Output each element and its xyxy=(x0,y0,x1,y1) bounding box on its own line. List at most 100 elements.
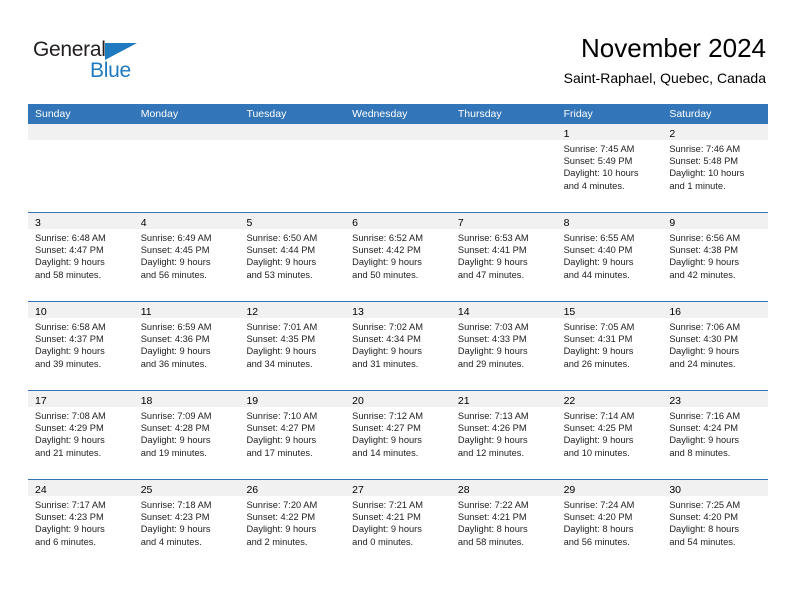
day-detail-line: Daylight: 9 hours xyxy=(246,435,317,446)
day-cell[interactable]: 1 Sunrise: 7:45 AM Sunset: 5:49 PM Daylight… xyxy=(556,124,663,212)
day-detail-line: Daylight: 9 hours xyxy=(246,524,317,535)
day-number-bar: 25 xyxy=(133,480,240,496)
day-detail-line: Daylight: 10 hours xyxy=(669,168,745,179)
day-cell[interactable]: 21 Sunrise: 7:13 AM Sunset: 4:26 PM Dayligh… xyxy=(450,391,557,479)
day-cell[interactable]: 11 Sunrise: 6:59 AM Sunset: 4:36 PM Dayligh… xyxy=(133,302,240,390)
day-cell-empty xyxy=(133,124,240,212)
weekday-header-thursday: Thursday xyxy=(457,108,502,120)
day-number-bar: 8 xyxy=(556,213,663,229)
day-detail-line: Sunset: 4:21 PM xyxy=(457,512,527,523)
day-cell[interactable]: 26 Sunrise: 7:20 AM Sunset: 4:22 PM Dayligh… xyxy=(239,480,346,568)
day-number-bar: 7 xyxy=(450,213,557,229)
day-cell[interactable]: 15 Sunrise: 7:05 AM Sunset: 4:31 PM Dayligh… xyxy=(556,302,663,390)
day-cell-empty xyxy=(450,124,557,212)
day-detail-line: and 42 minutes. xyxy=(669,269,736,280)
calendar-week-row: 3 Sunrise: 6:48 AM Sunset: 4:47 PM Daylight… xyxy=(28,212,769,301)
day-number-bar xyxy=(345,124,451,140)
day-detail-line: Daylight: 9 hours xyxy=(246,346,317,357)
day-detail-line: Sunset: 4:27 PM xyxy=(246,423,316,434)
day-cell[interactable]: 25 Sunrise: 7:18 AM Sunset: 4:23 PM Dayligh… xyxy=(133,480,240,568)
day-detail-line: Sunset: 4:31 PM xyxy=(563,334,633,345)
day-cell[interactable]: 29 Sunrise: 7:24 AM Sunset: 4:20 PM Dayligh… xyxy=(556,480,663,568)
day-details: Sunrise: 6:58 AM Sunset: 4:37 PM Daylight:… xyxy=(28,318,134,370)
day-detail-line: Sunrise: 7:17 AM xyxy=(35,500,106,510)
day-details: Sunrise: 6:50 AM Sunset: 4:44 PM Daylight:… xyxy=(239,229,345,281)
day-number: 16 xyxy=(669,306,681,318)
day-details: Sunrise: 6:52 AM Sunset: 4:42 PM Daylight:… xyxy=(345,229,451,281)
generalblue-logo[interactable]: General Blue xyxy=(33,38,163,86)
day-cell[interactable]: 6 Sunrise: 6:52 AM Sunset: 4:42 PM Daylight… xyxy=(345,213,451,301)
day-cell[interactable]: 8 Sunrise: 6:55 AM Sunset: 4:40 PM Daylight… xyxy=(556,213,663,301)
day-cell[interactable]: 12 Sunrise: 7:01 AM Sunset: 4:35 PM Dayligh… xyxy=(239,302,346,390)
day-cell[interactable]: 14 Sunrise: 7:03 AM Sunset: 4:33 PM Dayligh… xyxy=(450,302,557,390)
day-detail-line: and 0 minutes. xyxy=(352,536,414,547)
day-detail-line: Daylight: 9 hours xyxy=(140,346,211,357)
day-detail-line: and 34 minutes. xyxy=(246,358,313,369)
weekday-header-tuesday: Tuesday xyxy=(246,108,287,120)
day-number-bar: 24 xyxy=(28,480,134,496)
day-detail-line: and 54 minutes. xyxy=(669,536,736,547)
weekday-header-wednesday: Wednesday xyxy=(352,108,408,120)
day-cell[interactable]: 24 Sunrise: 7:17 AM Sunset: 4:23 PM Dayligh… xyxy=(28,480,134,568)
day-number-bar: 20 xyxy=(345,391,451,407)
day-cell[interactable]: 22 Sunrise: 7:14 AM Sunset: 4:25 PM Dayligh… xyxy=(556,391,663,479)
day-details: Sunrise: 7:10 AM Sunset: 4:27 PM Daylight:… xyxy=(239,407,345,459)
day-cell[interactable]: 7 Sunrise: 6:53 AM Sunset: 4:41 PM Daylight… xyxy=(450,213,557,301)
day-cell[interactable]: 30 Sunrise: 7:25 AM Sunset: 4:20 PM Dayligh… xyxy=(662,480,769,568)
day-number: 13 xyxy=(352,306,364,318)
day-cell[interactable]: 19 Sunrise: 7:10 AM Sunset: 4:27 PM Dayligh… xyxy=(239,391,346,479)
day-details: Sunrise: 7:13 AM Sunset: 4:26 PM Daylight:… xyxy=(451,407,557,459)
day-details: Sunrise: 7:16 AM Sunset: 4:24 PM Daylight:… xyxy=(662,407,768,459)
day-number-bar: 15 xyxy=(556,302,663,318)
day-cell[interactable]: 5 Sunrise: 6:50 AM Sunset: 4:44 PM Daylight… xyxy=(239,213,346,301)
day-details: Sunrise: 6:56 AM Sunset: 4:38 PM Daylight:… xyxy=(662,229,768,281)
day-cell[interactable]: 2 Sunrise: 7:46 AM Sunset: 5:48 PM Daylight… xyxy=(662,124,769,212)
day-number-bar: 1 xyxy=(556,124,663,140)
day-number-bar xyxy=(239,124,346,140)
day-detail-line: Daylight: 9 hours xyxy=(457,346,528,357)
day-cell-empty xyxy=(239,124,346,212)
day-detail-line: Daylight: 9 hours xyxy=(352,346,422,357)
day-cell[interactable]: 10 Sunrise: 6:58 AM Sunset: 4:37 PM Dayligh… xyxy=(28,302,134,390)
day-cell[interactable]: 20 Sunrise: 7:12 AM Sunset: 4:27 PM Dayligh… xyxy=(345,391,451,479)
day-cell[interactable]: 3 Sunrise: 6:48 AM Sunset: 4:47 PM Daylight… xyxy=(28,213,134,301)
day-cell[interactable]: 28 Sunrise: 7:22 AM Sunset: 4:21 PM Dayligh… xyxy=(450,480,557,568)
day-detail-line: Daylight: 9 hours xyxy=(352,257,422,268)
day-detail-line: Sunrise: 7:13 AM xyxy=(457,411,529,421)
day-details: Sunrise: 7:09 AM Sunset: 4:28 PM Daylight:… xyxy=(134,407,240,459)
day-cell[interactable]: 23 Sunrise: 7:16 AM Sunset: 4:24 PM Dayligh… xyxy=(662,391,769,479)
day-detail-line: Sunrise: 6:55 AM xyxy=(563,233,635,243)
day-detail-line: and 29 minutes. xyxy=(457,358,525,369)
day-detail-line: Sunrise: 7:03 AM xyxy=(457,322,529,332)
day-detail-line: Sunset: 4:42 PM xyxy=(352,245,421,256)
day-detail-line: Sunset: 4:29 PM xyxy=(35,423,104,434)
day-number-bar: 5 xyxy=(239,213,346,229)
calendar-weeks: 1 Sunrise: 7:45 AM Sunset: 5:49 PM Daylight… xyxy=(28,124,769,568)
day-number: 25 xyxy=(140,484,153,496)
day-number-bar: 28 xyxy=(450,480,557,496)
day-detail-line: Sunrise: 6:52 AM xyxy=(352,233,423,243)
day-cell[interactable]: 13 Sunrise: 7:02 AM Sunset: 4:34 PM Dayligh… xyxy=(345,302,451,390)
day-number-bar: 3 xyxy=(28,213,134,229)
day-cell[interactable]: 9 Sunrise: 6:56 AM Sunset: 4:38 PM Daylight… xyxy=(662,213,769,301)
day-detail-line: Daylight: 9 hours xyxy=(457,257,528,268)
day-number-bar: 23 xyxy=(662,391,769,407)
day-number: 20 xyxy=(352,395,364,407)
weekday-header-saturday: Saturday xyxy=(669,108,712,120)
day-detail-line: Daylight: 9 hours xyxy=(669,435,740,446)
day-cell[interactable]: 4 Sunrise: 6:49 AM Sunset: 4:45 PM Daylight… xyxy=(133,213,240,301)
logo-text-blue: Blue xyxy=(90,59,131,82)
day-cell[interactable]: 18 Sunrise: 7:09 AM Sunset: 4:28 PM Dayligh… xyxy=(133,391,240,479)
day-number: 4 xyxy=(140,217,147,229)
day-cell[interactable]: 17 Sunrise: 7:08 AM Sunset: 4:29 PM Dayligh… xyxy=(28,391,134,479)
day-detail-line: Sunrise: 7:02 AM xyxy=(352,322,423,332)
day-cell[interactable]: 16 Sunrise: 7:06 AM Sunset: 4:30 PM Dayligh… xyxy=(662,302,769,390)
day-detail-line: Sunset: 4:28 PM xyxy=(140,423,210,434)
day-number-bar: 6 xyxy=(345,213,451,229)
day-detail-line: Sunrise: 6:58 AM xyxy=(35,322,106,332)
day-number: 12 xyxy=(246,306,259,318)
day-detail-line: Sunset: 4:26 PM xyxy=(457,423,527,434)
day-cell[interactable]: 27 Sunrise: 7:21 AM Sunset: 4:21 PM Dayligh… xyxy=(345,480,451,568)
day-number-bar: 29 xyxy=(556,480,663,496)
day-detail-line: and 14 minutes. xyxy=(352,447,419,458)
